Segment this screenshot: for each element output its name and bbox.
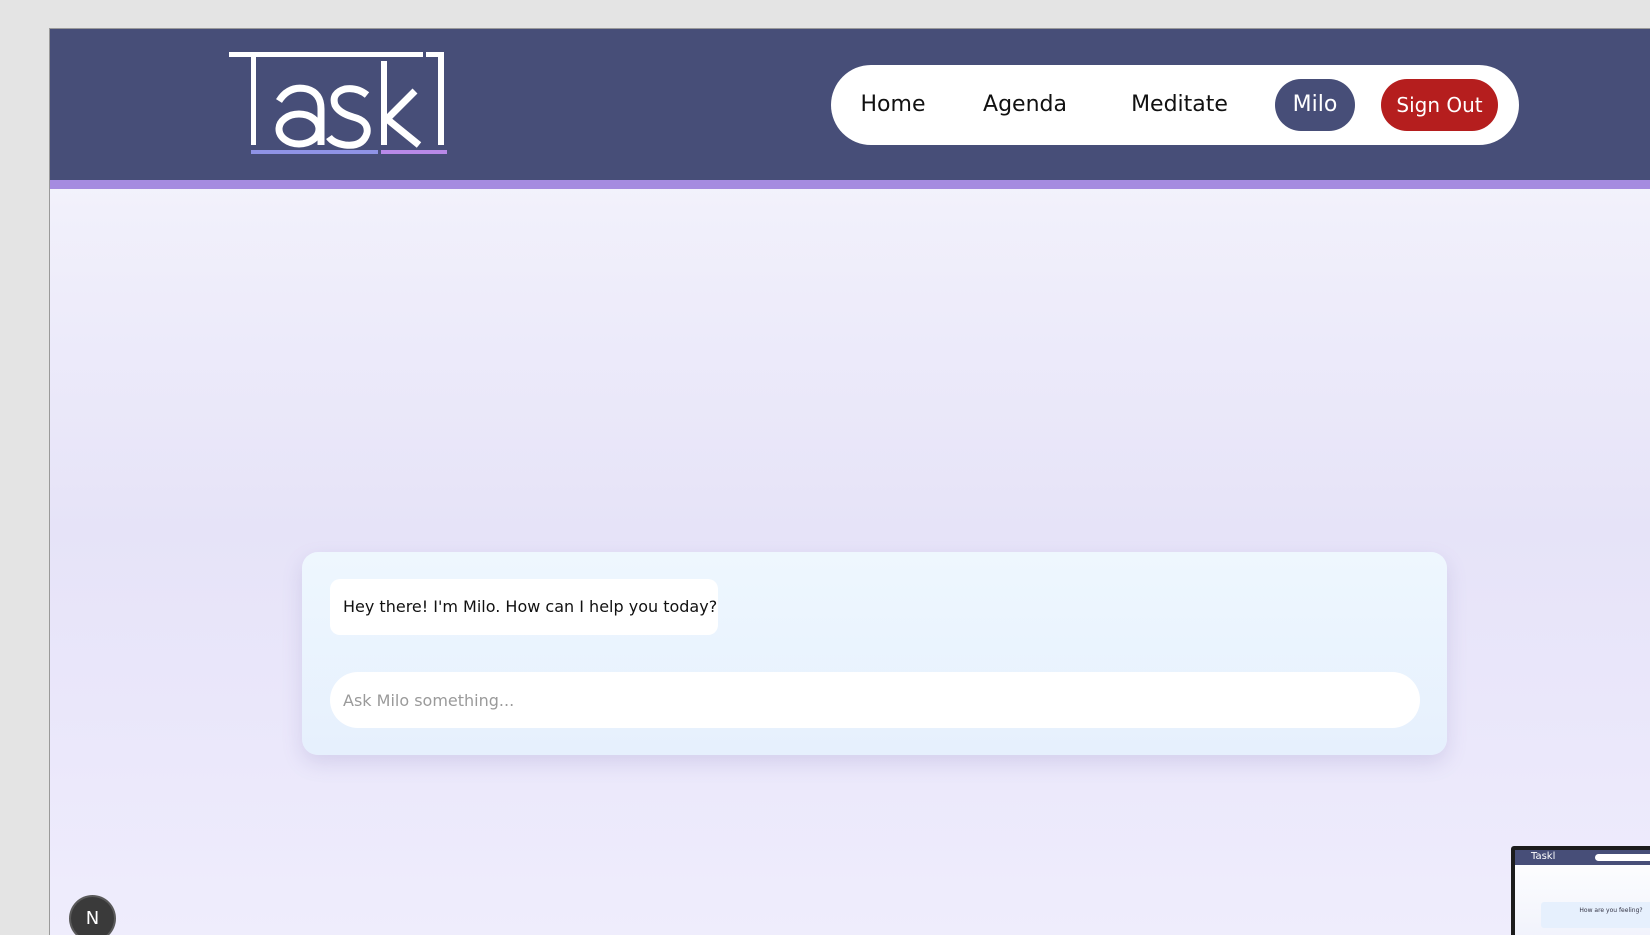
nav-meditate-link[interactable]: Meditate [1127,79,1232,131]
top-header: Home Agenda Meditate Milo Sign Out [50,29,1650,180]
milo-chat-panel: Hey there! I'm Milo. How can I help you … [302,552,1447,755]
thumbnail-logo: Taskl [1531,851,1556,862]
sign-out-button[interactable]: Sign Out [1381,79,1498,131]
header-accent-bar [50,180,1650,189]
thumbnail-screen: Taskl How are you feeling? [1515,850,1650,935]
taskl-logo-icon [229,52,447,154]
milo-message-bubble: Hey there! I'm Milo. How can I help you … [330,579,718,635]
thumbnail-header: Taskl [1515,850,1650,865]
app-window: Home Agenda Meditate Milo Sign Out Hey t… [49,28,1650,935]
taskl-logo[interactable] [229,49,469,159]
thumbnail-card: How are you feeling? [1541,902,1650,928]
nav-home-link[interactable]: Home [860,79,926,131]
chat-input[interactable] [330,672,1420,728]
screen-preview-thumbnail[interactable]: Taskl How are you feeling? [1511,846,1650,935]
thumbnail-nav [1595,854,1650,861]
nextjs-dev-badge-icon[interactable]: N [71,897,114,935]
nav-milo-link[interactable]: Milo [1275,79,1355,131]
main-nav: Home Agenda Meditate Milo Sign Out [831,65,1519,145]
nav-agenda-link[interactable]: Agenda [981,79,1069,131]
